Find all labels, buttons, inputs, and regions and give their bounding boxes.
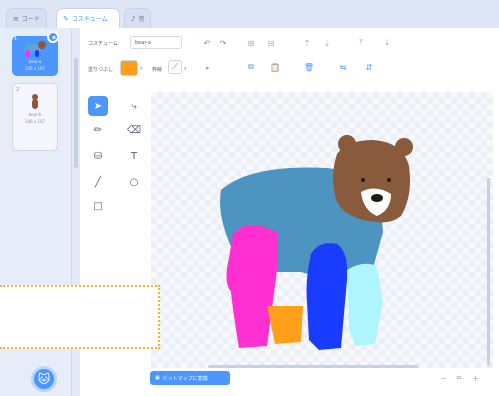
line-tool-icon[interactable]: ╱: [88, 172, 108, 192]
drawing-canvas[interactable]: [151, 92, 493, 368]
select-tool-icon[interactable]: ➤: [88, 96, 108, 116]
outline-label: 枠線: [152, 67, 163, 73]
delete-costume-icon[interactable]: [47, 31, 59, 43]
convert-to-bitmap-button[interactable]: ▣ ビットマップに変換: [150, 371, 230, 385]
copy-icon[interactable]: ⧉: [244, 60, 258, 74]
rectangle-tool-icon[interactable]: □: [88, 196, 108, 216]
canvas-horizontal-scrollbar[interactable]: [208, 365, 418, 368]
bear-standing-thumbnail-icon: [32, 94, 38, 109]
outline-color-swatch[interactable]: ⟋: [168, 60, 182, 74]
fill-color-swatch[interactable]: [120, 60, 138, 76]
tab-costumes[interactable]: ✎ コスチューム: [56, 8, 120, 28]
back-icon[interactable]: ⤓: [380, 36, 394, 50]
eraser-tool-icon[interactable]: ⌫: [124, 120, 144, 140]
circle-tool-icon[interactable]: ○: [124, 172, 144, 192]
fill-tool-icon[interactable]: ⛁: [88, 146, 108, 166]
zoom-reset-button[interactable]: =: [456, 374, 462, 382]
forward-icon[interactable]: ⇡: [300, 36, 314, 50]
redo-icon[interactable]: ↷: [216, 36, 230, 50]
flip-vertical-icon[interactable]: ⇵: [362, 60, 376, 74]
front-icon[interactable]: ⤒: [354, 36, 368, 50]
paste-icon[interactable]: 📋: [268, 60, 282, 74]
chevron-down-icon: ▾: [184, 66, 187, 72]
reshape-tool-icon[interactable]: ⤷: [124, 96, 144, 116]
add-costume-button[interactable]: 🐱: [31, 366, 57, 392]
tab-code[interactable]: ≡ コード: [6, 8, 47, 28]
undo-icon[interactable]: ↶: [200, 36, 214, 50]
fill-label: 塗りつぶし: [88, 67, 114, 73]
bear-drawing: [220, 135, 413, 350]
speaker-icon: ♪: [131, 14, 136, 23]
text-tool-icon[interactable]: T: [124, 146, 144, 166]
flip-horizontal-icon[interactable]: ⇋: [336, 60, 350, 74]
backward-icon[interactable]: ⇣: [320, 36, 334, 50]
zoom-in-button[interactable]: ＋: [472, 374, 479, 384]
trash-icon[interactable]: 🗑: [302, 60, 316, 74]
bear-thumbnail-icon: [25, 41, 46, 57]
costume-item-2[interactable]: 2 bear-b 106 x 107: [12, 83, 58, 151]
zoom-out-button[interactable]: －: [440, 374, 447, 384]
tab-sounds[interactable]: ♪ 音: [124, 8, 152, 28]
brush-tool-icon[interactable]: ✏: [88, 120, 108, 140]
group-icon[interactable]: ⊞: [244, 36, 258, 50]
code-icon: ≡: [13, 14, 19, 23]
ungroup-icon[interactable]: ⊟: [264, 36, 278, 50]
costume-name-label: コスチューム: [88, 41, 118, 47]
costume-number: 1: [14, 36, 18, 42]
brush-icon: ✎: [63, 14, 69, 23]
chevron-down-icon: ▾: [140, 66, 143, 72]
tab-bar: ≡ コード ✎ コスチューム ♪ 音: [0, 0, 499, 28]
canvas-vertical-scrollbar[interactable]: [487, 178, 490, 366]
outline-width-stepper[interactable]: ▸: [206, 64, 210, 72]
cat-icon: 🐱: [37, 372, 51, 386]
callout-box: [0, 285, 160, 349]
costume-number: 2: [16, 87, 20, 93]
image-icon: ▣: [155, 375, 160, 381]
costume-name-input[interactable]: bear-a: [130, 36, 182, 49]
